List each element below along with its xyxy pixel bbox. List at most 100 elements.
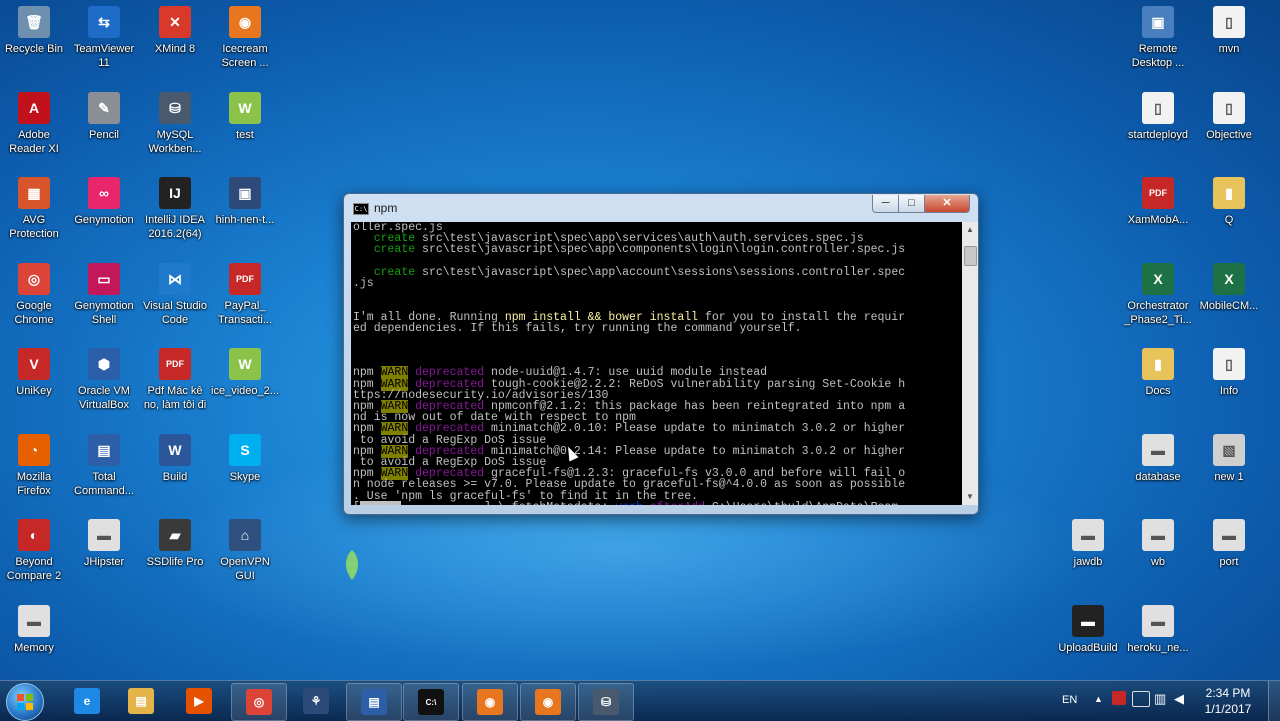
desktop-icon-paypal-transacti[interactable]: PDF PayPal_ Transacti...	[209, 262, 281, 327]
language-indicator[interactable]: EN	[1062, 694, 1077, 706]
desktop-icon-mvn[interactable]: ▯ mvn	[1193, 6, 1265, 56]
scroll-up-arrow-icon[interactable]: ▲	[962, 222, 978, 238]
desktop-icon-mysql-workbench[interactable]: ⛁ MySQL Workben...	[139, 91, 211, 156]
q-icon: ▮	[1213, 177, 1245, 209]
desktop-icon-avg-protection[interactable]: ▦ AVG Protection	[0, 177, 70, 241]
desktop-icon-ice-video-2[interactable]: Wice_video_2...	[209, 348, 281, 398]
desktop-icon-total-commander[interactable]: ▤ Total Command...	[68, 433, 140, 498]
desktop-icon-recycle-bin[interactable]: 🗑 Recycle Bin	[0, 6, 70, 56]
desktop-icon-pencil[interactable]: ✎ Pencil	[68, 91, 140, 142]
desktop-icon-label: new 1	[1214, 470, 1244, 483]
taskbar-total-commander[interactable]: ▤	[346, 683, 402, 721]
desktop-icon-startdeployd[interactable]: ▯ startdeployd	[1122, 91, 1194, 142]
taskbar-sourcetree[interactable]: ⚘	[289, 683, 343, 719]
objective-icon: ▯	[1213, 91, 1245, 124]
desktop-icon-ssdlife-pro[interactable]: ▰ SSDlife Pro	[139, 519, 211, 569]
desktop-icon-visual-studio-code[interactable]: ⋈ Visual Studio Code	[139, 262, 211, 327]
desktop-icon-label: Icecream	[222, 43, 268, 55]
total-commander-icon: ▤	[361, 689, 387, 715]
console-line: ed dependencies. If this fails, try runn…	[353, 321, 802, 335]
desktop-icon-label: Desktop ...	[1131, 57, 1185, 69]
desktop-icon-new-1[interactable]: ▧ new 1	[1193, 433, 1265, 484]
taskbar-file-explorer[interactable]: ▤	[114, 683, 168, 719]
desktop-icon-google-chrome[interactable]: ◎ Google Chrome	[0, 262, 70, 327]
desktop-icon-hinh-nen-t[interactable]: ▣ hinh-nen-t...	[209, 177, 281, 227]
desktop-icon-port[interactable]: ▬ port	[1193, 519, 1265, 569]
taskbar-google-chrome[interactable]: ◎	[231, 683, 287, 721]
desktop-icon-genymotion-shell[interactable]: ▭ Genymotion Shell	[68, 262, 140, 327]
desktop-icon-test[interactable]: Wtest	[209, 91, 281, 142]
taskbar-command-prompt[interactable]: C:\	[403, 683, 459, 721]
desktop-icon-label: JHipster	[83, 556, 125, 568]
desktop-icon-q[interactable]: ▮ Q	[1193, 177, 1265, 227]
network-icon[interactable]: ▥	[1154, 691, 1166, 707]
scroll-down-arrow-icon[interactable]: ▼	[962, 489, 978, 505]
desktop-icon-database[interactable]: ▬ database	[1122, 433, 1194, 484]
desktop-icon-label: startdeployd	[1128, 128, 1188, 141]
desktop-icon-docs[interactable]: ▮ Docs	[1122, 348, 1194, 398]
desktop-icon-pdf-mac-ke-no-lam-toi-di[interactable]: PDF Pdf Mác kê no, làm tôi đi	[139, 348, 211, 412]
tray-app-icon[interactable]	[1112, 691, 1126, 705]
action-center-icon[interactable]	[1132, 691, 1150, 707]
scroll-thumb[interactable]	[964, 246, 977, 266]
close-button[interactable]: ✕	[924, 195, 970, 213]
desktop-icon-skype[interactable]: S Skype	[209, 433, 281, 484]
desktop-icon-label: TeamViewer	[73, 43, 135, 55]
desktop-icon-mobilecm[interactable]: X MobileCM...	[1193, 262, 1265, 313]
media-player-icon: ▶	[186, 688, 212, 714]
desktop-icon-xmind-8[interactable]: ✕ XMind 8	[139, 6, 211, 56]
desktop-icon-memory[interactable]: ▬ Memory	[0, 604, 70, 655]
desktop-icon-teamviewer-11[interactable]: ⇆ TeamViewer 11	[68, 6, 140, 70]
console-output[interactable]: oller.spec.js create src\test\javascript…	[351, 222, 962, 505]
desktop-icon-adobe-reader-xi[interactable]: A Adobe Reader XI	[0, 91, 70, 156]
start-button[interactable]	[6, 683, 44, 721]
desktop-icon-info[interactable]: ▯ Info	[1193, 348, 1265, 398]
pdf-mac-ke-no-lam-toi-di-icon: PDF	[159, 348, 191, 380]
desktop-icon-genymotion[interactable]: ∞ Genymotion	[68, 177, 140, 227]
unikey-icon: V	[18, 348, 50, 380]
taskbar-icecream-screen-recorder[interactable]: ◉	[462, 683, 518, 721]
desktop-icon-mozilla-firefox[interactable]: ◔ Mozilla Firefox	[0, 433, 70, 498]
desktop-icon-xammoba[interactable]: PDF XamMobA...	[1122, 177, 1194, 227]
console-window-npm[interactable]: C:\ npm ─ □ ✕ oller.spec.js create src\t…	[343, 193, 979, 515]
desktop-icon-label: Adobe	[18, 128, 50, 141]
desktop-icon-label: 11	[98, 57, 110, 69]
desktop-icon-oracle-vm-virtualbox[interactable]: ⬢ Oracle VM VirtualBox	[68, 348, 140, 412]
desktop-icon-uploadbuild[interactable]: ▬ UploadBuild	[1052, 604, 1124, 655]
desktop-icon-unikey[interactable]: V UniKey	[0, 348, 70, 398]
desktop-icon-jawdb[interactable]: ▬ jawdb	[1052, 519, 1124, 569]
desktop-icon-icecream-screen[interactable]: ◉ Icecream Screen ...	[209, 6, 281, 70]
desktop-icon-remote-desktop[interactable]: ▣ Remote Desktop ...	[1122, 6, 1194, 70]
console-line: .js	[353, 276, 374, 290]
show-hidden-icons-icon[interactable]: ▲	[1094, 694, 1103, 704]
desktop-icon-label: Objective	[1206, 128, 1252, 141]
desktop-icon-label: Chrome	[14, 313, 54, 326]
desktop-icon-openvpn-gui[interactable]: ⌂ OpenVPN GUI	[209, 519, 281, 583]
vertical-scrollbar[interactable]: ▲ ▼	[962, 222, 978, 505]
desktop-icon-orchestrator-phase2-ti[interactable]: X Orchestrator _Phase2_Ti...	[1122, 262, 1194, 327]
desktop-icon-intellij-idea-2016-2-64[interactable]: IJ IntelliJ IDEA 2016.2(64)	[139, 177, 211, 241]
window-titlebar[interactable]: C:\ npm ─ □ ✕	[344, 194, 978, 220]
wb-icon: ▬	[1142, 519, 1174, 551]
desktop-icon-jhipster[interactable]: ▬ JHipster	[68, 519, 140, 569]
show-desktop-button[interactable]	[1268, 681, 1280, 721]
desktop-icon-wb[interactable]: ▬ wb	[1122, 519, 1194, 569]
taskbar-icecream-screen-capture[interactable]: ◉	[520, 683, 576, 721]
test-icon: W	[229, 91, 261, 124]
orchestrator-phase2-ti-icon: X	[1142, 262, 1174, 295]
clock[interactable]: 2:34 PM 1/1/2017	[1196, 685, 1260, 717]
desktop-icon-build[interactable]: W Build	[139, 433, 211, 484]
genymotion-icon: ∞	[88, 177, 120, 209]
maximize-button[interactable]: □	[898, 195, 925, 213]
minimize-button[interactable]: ─	[872, 195, 899, 213]
desktop-icon-label: Build	[162, 470, 188, 483]
desktop-icon-label: AVG	[22, 214, 46, 226]
taskbar-media-player[interactable]: ▶	[172, 683, 226, 719]
desktop-icon-heroku-ne[interactable]: ▬ heroku_ne...	[1122, 604, 1194, 655]
taskbar-internet-explorer[interactable]: e	[60, 683, 114, 719]
taskbar-mysql-workbench[interactable]: ⛁	[578, 683, 634, 721]
volume-icon[interactable]: ◀	[1174, 691, 1184, 707]
windows-logo-icon	[17, 694, 33, 710]
desktop-icon-beyond-compare-2[interactable]: ◐ Beyond Compare 2	[0, 519, 70, 583]
desktop-icon-objective[interactable]: ▯ Objective	[1193, 91, 1265, 142]
